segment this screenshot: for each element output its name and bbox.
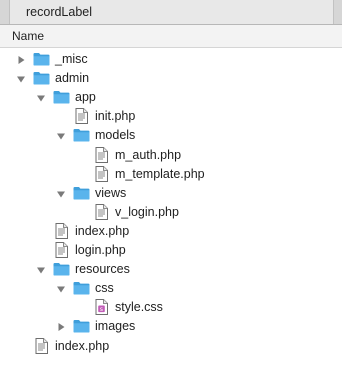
folder-icon: [53, 262, 70, 276]
folder-icon: [73, 186, 90, 200]
folder-label: models: [95, 128, 136, 143]
folder-icon: [33, 52, 50, 66]
file-row-index-php[interactable]: index.php: [0, 337, 342, 356]
folder-row-admin[interactable]: admin: [0, 69, 342, 88]
tab-recordlabel[interactable]: recordLabel: [9, 0, 334, 24]
file-row-index-php[interactable]: index.php: [0, 222, 342, 241]
folder-label: _misc: [55, 52, 88, 66]
file-row-m-template-php[interactable]: m_template.php: [0, 165, 342, 184]
folder-row-resources[interactable]: resources: [0, 260, 342, 279]
file-label: style.css: [115, 300, 163, 315]
disclosure-collapsed-icon[interactable]: [56, 321, 66, 332]
file-row-login-php[interactable]: login.php: [0, 241, 342, 260]
css-file-icon: s: [95, 299, 108, 316]
folder-icon: [73, 281, 90, 295]
file-label: init.php: [95, 109, 136, 124]
folder-row-images[interactable]: images: [0, 317, 342, 336]
folder-icon: [73, 128, 90, 142]
folder-icon: [73, 319, 90, 333]
file-icon: [75, 108, 88, 125]
tab-bar: recordLabel: [0, 0, 342, 25]
disclosure-expanded-icon[interactable]: [56, 130, 66, 140]
folder-row-app[interactable]: app: [0, 88, 342, 107]
folder-row-models[interactable]: models: [0, 126, 342, 145]
folder-icon: [33, 71, 50, 85]
folder-label: app: [75, 90, 96, 105]
svg-text:s: s: [100, 306, 103, 313]
folder-row-misc[interactable]: _misc: [0, 50, 342, 69]
file-label: m_auth.php: [115, 147, 182, 162]
folder-label: images: [95, 319, 136, 334]
file-icon: [55, 222, 68, 239]
file-row-m-auth-php[interactable]: m_auth.php: [0, 146, 342, 165]
file-icon: [95, 146, 108, 163]
file-row-v-login-php[interactable]: v_login.php: [0, 203, 342, 222]
disclosure-expanded-icon[interactable]: [56, 188, 66, 198]
file-icon: [95, 203, 108, 220]
file-row-style-css[interactable]: s style.css: [0, 298, 342, 317]
file-label: index.php: [75, 223, 130, 238]
file-icon: [35, 337, 48, 354]
folder-label: css: [95, 281, 114, 296]
disclosure-expanded-icon[interactable]: [56, 283, 66, 293]
file-label: login.php: [75, 243, 126, 257]
disclosure-expanded-icon[interactable]: [16, 73, 26, 83]
folder-label: resources: [75, 262, 130, 277]
file-label: index.php: [55, 338, 110, 353]
folder-label: views: [95, 185, 127, 200]
file-label: v_login.php: [115, 204, 179, 219]
disclosure-expanded-icon[interactable]: [36, 264, 46, 274]
disclosure-collapsed-icon[interactable]: [16, 54, 26, 64]
disclosure-expanded-icon[interactable]: [36, 92, 46, 102]
folder-icon: [53, 90, 70, 104]
file-icon: [95, 165, 108, 182]
file-row-init-php[interactable]: init.php: [0, 107, 342, 126]
folder-label: admin: [55, 71, 90, 86]
file-label: m_template.php: [115, 166, 205, 181]
file-icon: [55, 242, 68, 258]
tab-title: recordLabel: [26, 5, 93, 19]
column-header-name[interactable]: Name: [0, 25, 342, 48]
folder-row-css[interactable]: css: [0, 279, 342, 298]
folder-row-views[interactable]: views: [0, 184, 342, 203]
column-header-label: Name: [12, 29, 45, 43]
